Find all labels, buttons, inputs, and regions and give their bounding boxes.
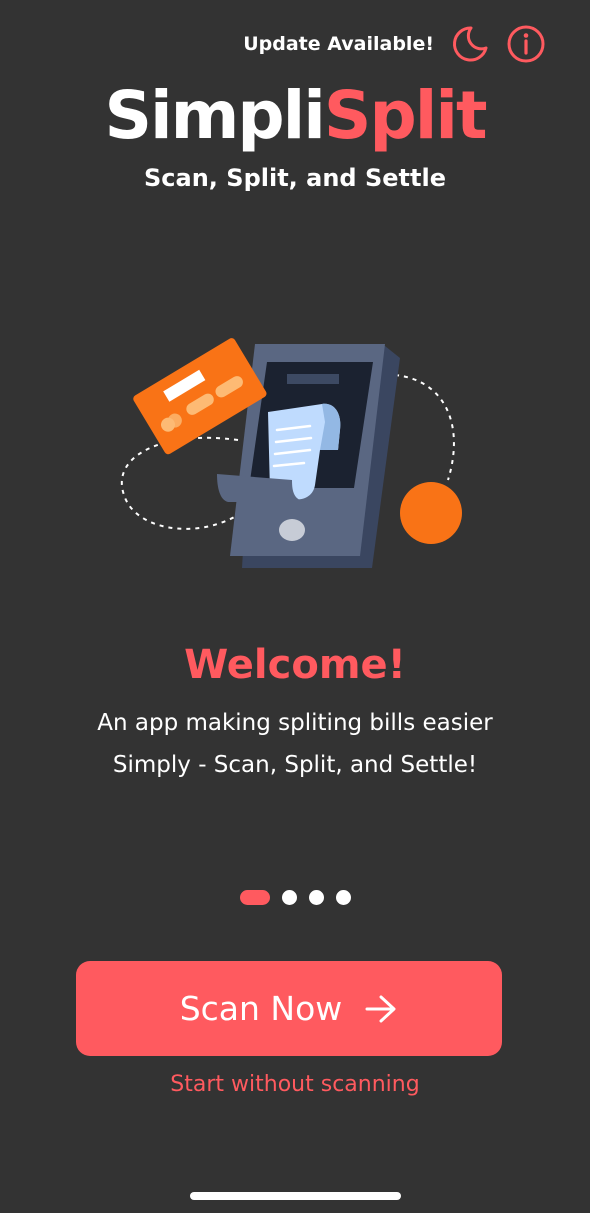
update-available-link[interactable]: Update Available! xyxy=(243,33,434,55)
info-button[interactable] xyxy=(506,24,546,64)
info-icon xyxy=(507,25,545,63)
scan-now-label: Scan Now xyxy=(179,989,343,1028)
start-without-scanning-link[interactable]: Start without scanning xyxy=(0,1072,590,1097)
page-dot-4[interactable] xyxy=(335,890,351,905)
description-line-1: An app making spliting bills easier xyxy=(97,710,493,736)
theme-toggle-button[interactable] xyxy=(450,24,490,64)
logo-part-simpli: Simpli xyxy=(104,77,326,154)
scan-now-button[interactable]: Scan Now xyxy=(76,961,502,1056)
app-logo: SimpliSplit xyxy=(0,78,590,154)
welcome-title: Welcome! xyxy=(184,642,406,688)
arrow-right-icon xyxy=(365,995,396,1022)
page-indicator xyxy=(0,890,590,905)
welcome-description: An app making spliting bills easier Simp… xyxy=(0,702,590,786)
page-dot-2[interactable] xyxy=(281,890,297,905)
page-dot-3[interactable] xyxy=(308,890,324,905)
description-line-2: Simply - Scan, Split, and Settle! xyxy=(112,752,478,778)
home-indicator[interactable] xyxy=(190,1192,401,1200)
logo-part-split: Split xyxy=(323,77,488,154)
onboarding-illustration xyxy=(121,338,462,568)
page-dot-1[interactable] xyxy=(239,890,270,905)
moon-icon xyxy=(453,26,488,62)
top-bar: Update Available! xyxy=(243,24,546,64)
tagline: Scan, Split, and Settle xyxy=(144,164,446,192)
